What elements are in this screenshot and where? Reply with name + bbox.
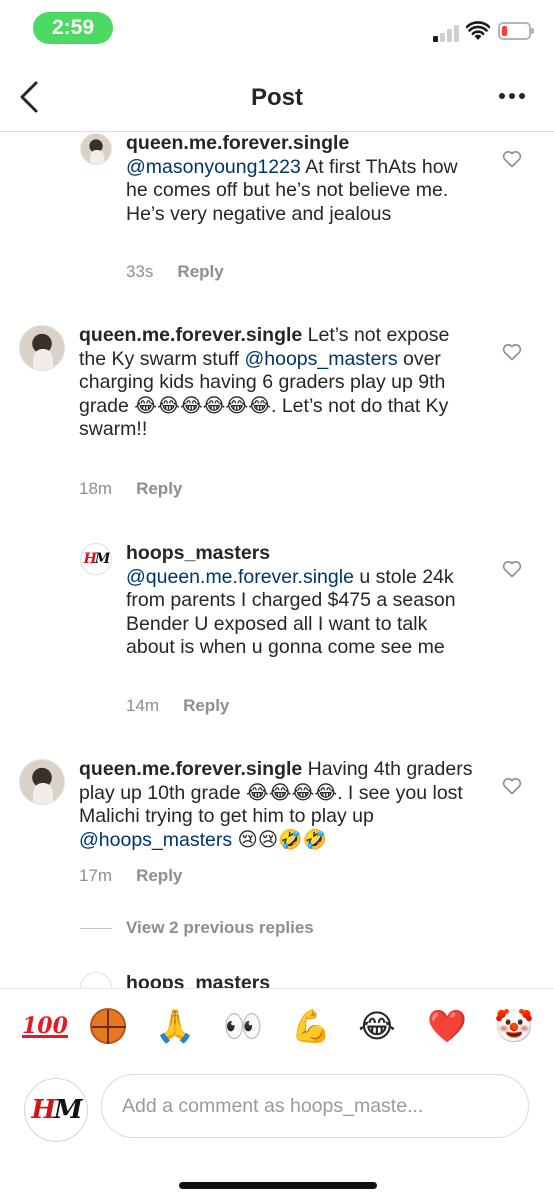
more-horizontal-icon[interactable]: [499, 93, 525, 101]
comment-input[interactable]: Add a comment as hoops_maste...: [101, 1074, 529, 1138]
battery-icon: [498, 22, 534, 40]
eyes-emoji[interactable]: 👀: [223, 1007, 263, 1045]
basketball-emoji[interactable]: [90, 1008, 126, 1044]
avatar[interactable]: [19, 759, 65, 805]
avatar[interactable]: [19, 325, 65, 371]
avatar: HM: [24, 1078, 88, 1142]
reply-button[interactable]: Reply: [177, 262, 223, 282]
comment-username[interactable]: queen.me.forever.single: [126, 132, 349, 154]
status-time: 2:59: [33, 12, 113, 44]
reply-button[interactable]: Reply: [136, 479, 182, 499]
page-title: Post: [250, 84, 303, 111]
comment-text: queen.me.forever.single @masonyoung1223 A…: [126, 132, 476, 226]
view-previous-replies-button[interactable]: View 2 previous replies: [80, 918, 314, 938]
reply-button[interactable]: Reply: [136, 866, 182, 886]
comment-body: 😢😢🤣🤣: [232, 828, 327, 851]
red-heart-emoji[interactable]: ❤️: [427, 1007, 467, 1045]
emoji-quick-bar: 100 🙏 👀 💪 😂 ❤️ 🤡: [0, 988, 554, 1068]
comment-mention[interactable]: @masonyoung1223: [126, 156, 301, 178]
comment-meta: 18m Reply: [79, 479, 182, 499]
reply-button[interactable]: Reply: [183, 696, 229, 716]
comment-time: 18m: [79, 479, 113, 498]
like-heart-icon[interactable]: [502, 560, 522, 578]
comment-composer: HM Add a comment as hoops_maste...: [0, 1068, 554, 1200]
home-indicator[interactable]: [179, 1182, 377, 1189]
hundred-points-emoji[interactable]: 100: [22, 1007, 68, 1045]
divider: [80, 928, 112, 930]
brand-logo: HM: [83, 551, 111, 567]
like-heart-icon[interactable]: [502, 777, 522, 795]
post-header: Post: [0, 60, 554, 132]
comment-username[interactable]: queen.me.forever.single: [79, 758, 302, 780]
comment-input-placeholder: Add a comment as hoops_maste...: [122, 1094, 424, 1117]
comment-time: 17m: [79, 866, 113, 885]
clown-face-emoji[interactable]: 🤡: [494, 1007, 534, 1045]
comment-username[interactable]: queen.me.forever.single: [79, 324, 302, 346]
comment-text: queen.me.forever.single Having 4th grade…: [79, 758, 479, 852]
comment-time: 14m: [126, 696, 160, 715]
like-heart-icon[interactable]: [502, 150, 522, 168]
status-bar: 2:59: [0, 0, 554, 60]
comment-mention[interactable]: @hoops_masters: [244, 348, 397, 370]
view-replies-label: View 2 previous replies: [126, 918, 314, 937]
comment-mention[interactable]: @queen.me.forever.single: [126, 566, 354, 588]
folded-hands-emoji[interactable]: 🙏: [155, 1007, 195, 1045]
avatar[interactable]: [80, 133, 112, 165]
like-heart-icon[interactable]: [502, 343, 522, 361]
wifi-icon: [466, 21, 490, 40]
comment-time: 33s: [126, 262, 154, 281]
avatar[interactable]: HM: [80, 543, 112, 575]
tears-of-joy-emoji[interactable]: 😂: [358, 1007, 396, 1045]
comment-meta: 14m Reply: [126, 696, 229, 716]
comment-text: queen.me.forever.single Let’s not expose…: [79, 324, 479, 442]
comment-text: hoops_masters @queen.me.forever.single u …: [126, 542, 476, 660]
comment-username[interactable]: hoops_masters: [126, 542, 270, 564]
comment-meta: 17m Reply: [79, 866, 182, 886]
flexed-biceps-emoji[interactable]: 💪: [291, 1007, 331, 1045]
comment-meta: 33s Reply: [126, 262, 224, 282]
brand-logo: HM: [31, 1095, 82, 1125]
comment-mention[interactable]: @hoops_masters: [79, 829, 232, 851]
signal-icon: [433, 24, 461, 42]
